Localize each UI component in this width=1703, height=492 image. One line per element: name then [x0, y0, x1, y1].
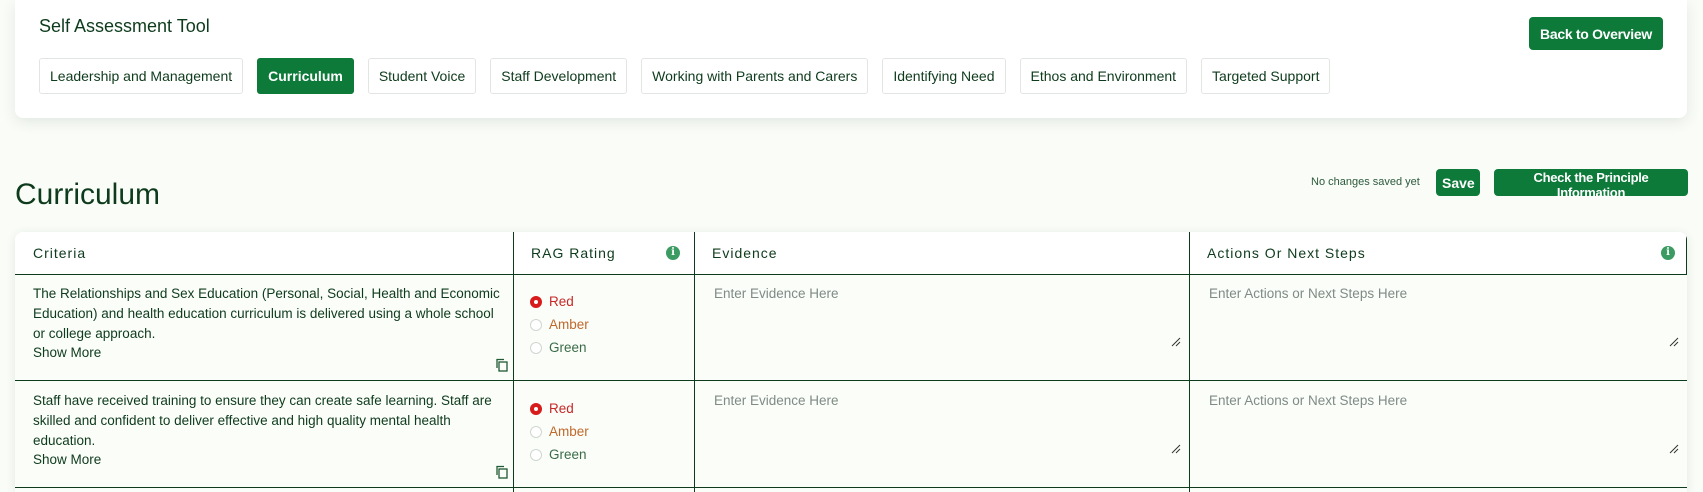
- rag-option-amber[interactable]: Amber: [530, 420, 589, 443]
- tab-leadership-and-management[interactable]: Leadership and Management: [39, 58, 244, 94]
- criteria-text: The Relationships and Sex Education (Per…: [33, 286, 500, 341]
- radio-amber[interactable]: [530, 318, 542, 331]
- radio-amber[interactable]: [530, 425, 542, 438]
- actions-info-icon[interactable]: i: [1661, 246, 1675, 260]
- tab-student-voice[interactable]: Student Voice: [367, 58, 477, 94]
- copy-icon[interactable]: [495, 465, 509, 479]
- rag-option-green[interactable]: Green: [530, 336, 589, 359]
- evidence-textarea[interactable]: Enter Evidence Here: [694, 381, 1189, 486]
- page-title: Curriculum: [15, 178, 161, 212]
- column-divider: [1189, 232, 1190, 492]
- back-to-overview-button[interactable]: Back to Overview: [1529, 17, 1663, 50]
- radio-green[interactable]: [530, 448, 542, 461]
- tab-curriculum[interactable]: Curriculum: [257, 58, 354, 94]
- evidence-textarea[interactable]: Enter Evidence Here: [694, 274, 1189, 379]
- copy-icon[interactable]: [495, 358, 509, 372]
- actions-textarea[interactable]: Enter Actions or Next Steps Here: [1189, 274, 1687, 379]
- rag-label-green: Green: [549, 340, 587, 355]
- rag-label-green: Green: [549, 447, 587, 462]
- tab-staff-development[interactable]: Staff Development: [490, 58, 628, 94]
- top-navigation-card: Self Assessment Tool Back to Overview Le…: [15, 0, 1687, 118]
- assessment-table: Criteria RAG Rating i Evidence Actions O…: [15, 232, 1687, 492]
- actions-placeholder: Enter Actions or Next Steps Here: [1209, 286, 1408, 301]
- resize-handle-icon[interactable]: [1669, 337, 1679, 347]
- rag-rating-group: Red Amber Green: [530, 290, 589, 359]
- check-principle-information-button[interactable]: Check the Principle Information: [1494, 169, 1688, 200]
- resize-handle-icon[interactable]: [1171, 444, 1181, 454]
- table-row: The Relationships and Sex Education (Per…: [15, 274, 1687, 381]
- column-divider: [694, 232, 695, 492]
- rag-rating-group: Red Amber Green: [530, 397, 589, 466]
- tab-ethos-and-environment[interactable]: Ethos and Environment: [1019, 58, 1188, 94]
- radio-green[interactable]: [530, 341, 542, 354]
- tool-title: Self Assessment Tool: [39, 16, 210, 36]
- table-row: Staff have received training to ensure t…: [15, 381, 1687, 488]
- actions-placeholder: Enter Actions or Next Steps Here: [1209, 393, 1408, 408]
- rag-option-amber[interactable]: Amber: [530, 313, 589, 336]
- column-header-criteria: Criteria: [33, 245, 87, 261]
- evidence-placeholder: Enter Evidence Here: [714, 393, 839, 408]
- radio-red[interactable]: [530, 402, 542, 415]
- section-tabs: Leadership and Management Curriculum Stu…: [39, 58, 1344, 94]
- show-more-link[interactable]: Show More: [33, 452, 101, 467]
- tab-working-with-parents-and-carers[interactable]: Working with Parents and Carers: [641, 58, 869, 94]
- rag-label-amber: Amber: [549, 317, 589, 332]
- column-divider: [513, 232, 514, 492]
- save-status: No changes saved yet: [1311, 176, 1420, 188]
- save-button[interactable]: Save: [1436, 169, 1480, 196]
- show-more-link[interactable]: Show More: [33, 345, 101, 360]
- column-header-evidence: Evidence: [712, 245, 778, 261]
- actions-textarea[interactable]: Enter Actions or Next Steps Here: [1189, 381, 1687, 486]
- rag-info-icon[interactable]: i: [666, 246, 680, 260]
- rag-label-red: Red: [549, 294, 574, 309]
- criteria-text: Staff have received training to ensure t…: [33, 393, 492, 448]
- column-divider: [1686, 232, 1687, 274]
- column-header-actions: Actions Or Next Steps: [1207, 245, 1366, 261]
- radio-red[interactable]: [530, 295, 542, 308]
- rag-option-red[interactable]: Red: [530, 397, 589, 420]
- rag-label-red: Red: [549, 401, 574, 416]
- evidence-placeholder: Enter Evidence Here: [714, 286, 839, 301]
- rag-label-amber: Amber: [549, 424, 589, 439]
- resize-handle-icon[interactable]: [1171, 337, 1181, 347]
- tab-identifying-need[interactable]: Identifying Need: [882, 58, 1006, 94]
- rag-option-green[interactable]: Green: [530, 443, 589, 466]
- tab-targeted-support[interactable]: Targeted Support: [1201, 58, 1331, 94]
- rag-option-red[interactable]: Red: [530, 290, 589, 313]
- table-header: Criteria RAG Rating i Evidence Actions O…: [15, 232, 1687, 275]
- resize-handle-icon[interactable]: [1669, 444, 1679, 454]
